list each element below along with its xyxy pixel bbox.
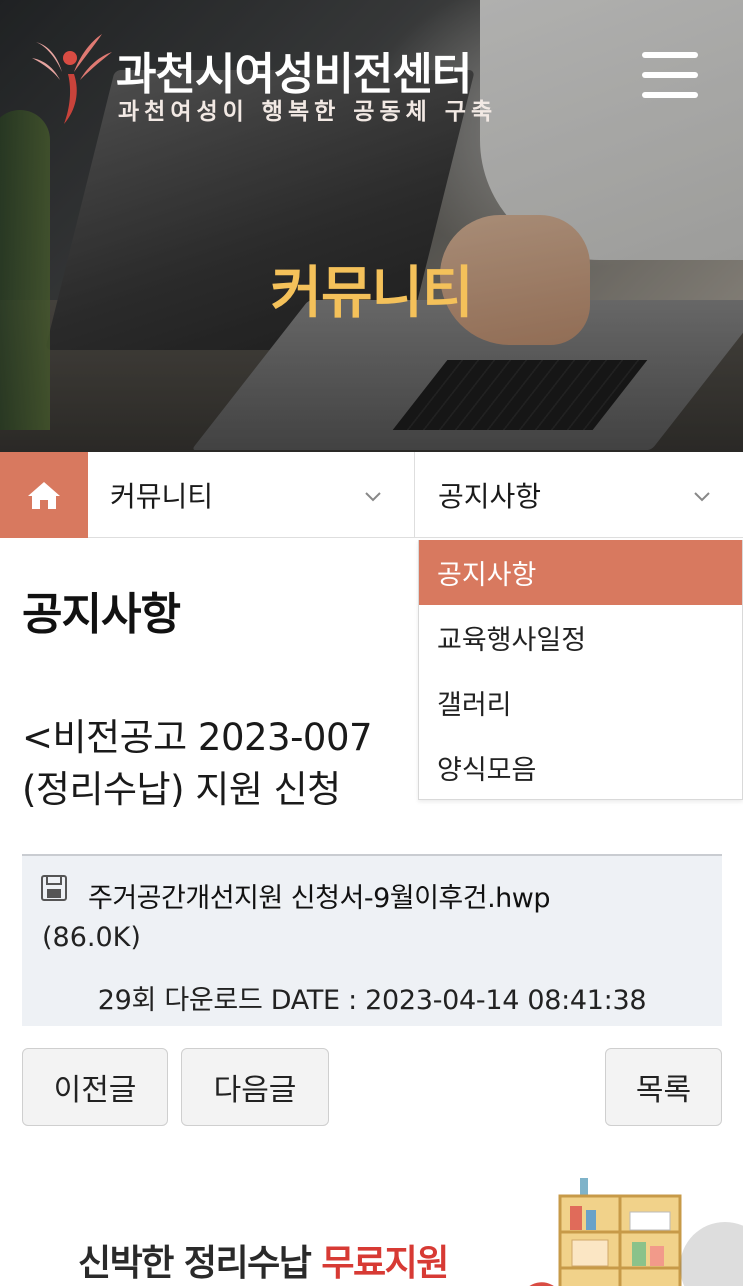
previous-post-button[interactable]: 이전글 xyxy=(22,1048,168,1126)
hamburger-menu-icon[interactable] xyxy=(636,48,702,104)
menu-bar xyxy=(642,92,698,98)
menu-bar xyxy=(642,52,698,58)
sub-navigation: 커뮤니티 공지사항 xyxy=(0,452,743,538)
menu-bar xyxy=(642,72,698,78)
attachment-box: 주거공간개선지원 신청서-9월이후건.hwp (86.0K) 29회 다운로드 … xyxy=(22,854,722,1026)
list-button[interactable]: 목록 xyxy=(605,1048,722,1126)
floppy-disk-icon xyxy=(41,875,67,901)
site-logo[interactable]: 과천시여성비전센터 과천여성이 행복한 공동체 구축 xyxy=(28,28,548,128)
banner-text-main: 신박한 정리수납 xyxy=(78,1243,322,1284)
banner-text: 신박한 정리수납 무료지원 xyxy=(78,1234,449,1286)
attachment-meta: 29회 다운로드 DATE : 2023-04-14 08:41:38 xyxy=(97,985,647,1016)
subcategory-dropdown: 공지사항 교육행사일정 갤러리 양식모음 xyxy=(418,540,743,800)
subcategory-select-label: 공지사항 xyxy=(438,480,542,513)
next-post-button[interactable]: 다음글 xyxy=(181,1048,329,1126)
chevron-down-icon xyxy=(694,492,710,502)
home-button[interactable] xyxy=(0,452,88,538)
attachment-link[interactable]: 주거공간개선지원 신청서-9월이후건.hwp xyxy=(88,876,551,915)
bookshelf-illustration-icon xyxy=(529,1178,682,1286)
category-select-label: 커뮤니티 xyxy=(110,480,214,513)
org-slogan: 과천여성이 행복한 공동체 구축 xyxy=(118,99,498,125)
subcategory-select[interactable]: 공지사항 xyxy=(416,452,743,538)
dropdown-item-schedule[interactable]: 교육행사일정 xyxy=(419,605,742,670)
chevron-down-icon xyxy=(365,492,381,502)
banner-text-highlight: 무료지원 xyxy=(321,1243,449,1284)
logo-mark-icon xyxy=(32,34,112,124)
category-select[interactable]: 커뮤니티 xyxy=(88,452,415,538)
page-title: 공지사항 xyxy=(22,589,181,640)
dropdown-item-forms[interactable]: 양식모음 xyxy=(419,735,742,800)
home-icon xyxy=(28,482,60,509)
dropdown-item-gallery[interactable]: 갤러리 xyxy=(419,670,742,735)
hero-title: 커뮤니티 xyxy=(270,261,473,326)
attachment-size: (86.0K) xyxy=(42,922,141,953)
dropdown-item-notice[interactable]: 공지사항 xyxy=(419,540,742,605)
hero-banner: 과천시여성비전센터 과천여성이 행복한 공동체 구축 커뮤니티 xyxy=(0,0,743,452)
promo-banner[interactable]: 신박한 정리수납 무료지원 xyxy=(0,1150,743,1286)
